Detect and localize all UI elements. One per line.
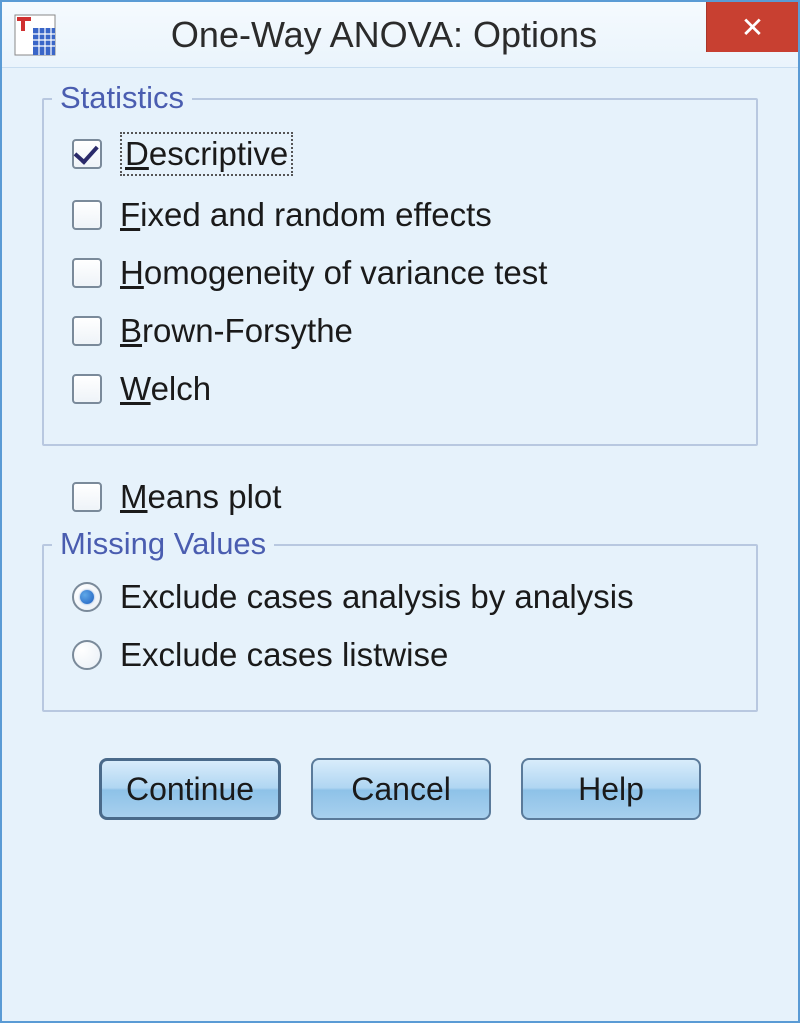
- checkbox-icon: [72, 258, 102, 288]
- radio-icon: [72, 582, 102, 612]
- cancel-button[interactable]: Cancel: [311, 758, 491, 820]
- app-icon: [14, 14, 56, 56]
- checkbox-welch[interactable]: Welch: [72, 360, 736, 418]
- checkbox-brown-forsythe[interactable]: Brown-Forsythe: [72, 302, 736, 360]
- help-button[interactable]: Help: [521, 758, 701, 820]
- missing-values-legend: Missing Values: [52, 526, 274, 562]
- radio-exclude-analysis[interactable]: Exclude cases analysis by analysis: [72, 568, 736, 626]
- radio-label: Exclude cases listwise: [120, 636, 448, 674]
- checkbox-label: Brown-Forsythe: [120, 312, 353, 350]
- statistics-legend: Statistics: [52, 80, 192, 116]
- checkbox-icon: [72, 482, 102, 512]
- checkbox-means-plot[interactable]: Means plot: [42, 472, 758, 522]
- radio-exclude-listwise[interactable]: Exclude cases listwise: [72, 626, 736, 684]
- checkbox-label: Fixed and random effects: [120, 196, 492, 234]
- radio-label: Exclude cases analysis by analysis: [120, 578, 634, 616]
- titlebar: One-Way ANOVA: Options ✕: [2, 2, 798, 68]
- anova-options-dialog: One-Way ANOVA: Options ✕ Statistics Desc…: [0, 0, 800, 1023]
- close-button[interactable]: ✕: [706, 2, 798, 52]
- checkbox-label: Homogeneity of variance test: [120, 254, 547, 292]
- checkbox-homogeneity[interactable]: Homogeneity of variance test: [72, 244, 736, 302]
- statistics-group: Statistics Descriptive Fixed and random …: [42, 98, 758, 446]
- checkbox-fixed-random[interactable]: Fixed and random effects: [72, 186, 736, 244]
- checkbox-icon: [72, 374, 102, 404]
- missing-values-group: Missing Values Exclude cases analysis by…: [42, 544, 758, 712]
- dialog-title: One-Way ANOVA: Options: [70, 14, 698, 56]
- checkbox-icon: [72, 139, 102, 169]
- close-icon: ✕: [741, 11, 764, 44]
- dialog-content: Statistics Descriptive Fixed and random …: [2, 68, 798, 1021]
- checkbox-label: Welch: [120, 370, 211, 408]
- checkbox-icon: [72, 316, 102, 346]
- radio-icon: [72, 640, 102, 670]
- checkbox-label: Descriptive: [120, 132, 293, 176]
- continue-button[interactable]: Continue: [99, 758, 281, 820]
- checkbox-descriptive[interactable]: Descriptive: [72, 122, 736, 186]
- checkbox-icon: [72, 200, 102, 230]
- button-row: Continue Cancel Help: [42, 738, 758, 848]
- checkbox-label: Means plot: [120, 478, 281, 516]
